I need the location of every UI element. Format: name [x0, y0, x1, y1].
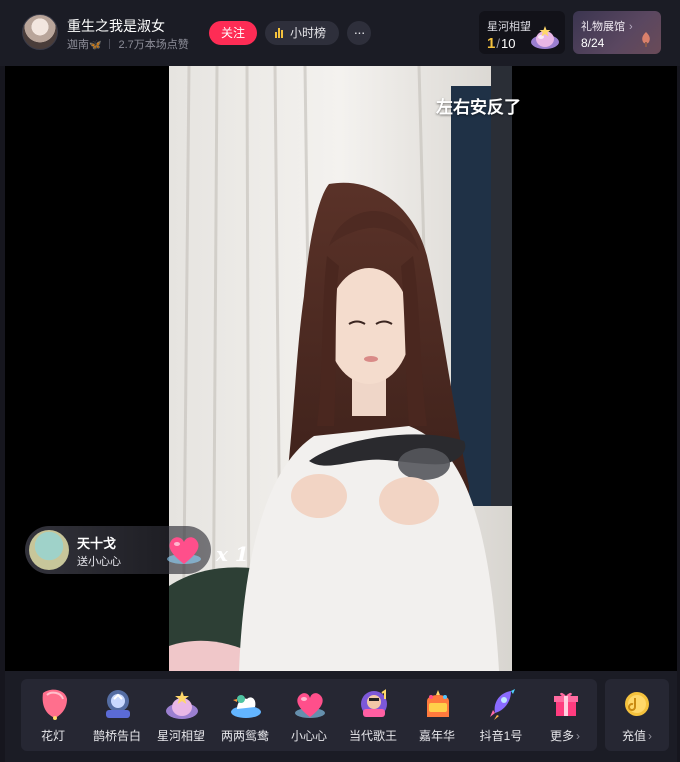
gift-label: 鹊桥告白	[92, 729, 141, 743]
gift-box-icon	[554, 692, 578, 716]
hourly-rank-label: 小时榜	[290, 26, 327, 40]
heart-gift-icon	[167, 537, 201, 564]
gift-item-carnival[interactable]: 嘉年华	[405, 679, 469, 751]
gift-label: 当代歌王	[348, 729, 397, 743]
chevron-right-icon: ›	[576, 729, 580, 743]
singer-icon	[361, 689, 387, 717]
star-card-current: 1	[487, 35, 496, 52]
gift-label: 更多 ›	[533, 727, 597, 744]
gift-label: 抖音1号	[479, 729, 523, 743]
chevron-right-icon: ›	[648, 729, 652, 743]
gift-bar: 花灯 鹊桥告白 星河相望 两两鸳鸯 小心心 当代歌王 嘉年华 抖音1号 更多 ›…	[5, 671, 677, 762]
butterfly-icon: 🦋	[89, 40, 102, 51]
streamer-avatar[interactable]	[22, 14, 58, 50]
gift-item-singer[interactable]: 当代歌王	[341, 679, 405, 751]
follow-button[interactable]: 关注	[209, 21, 257, 45]
magpie-bridge-icon	[106, 690, 130, 718]
gift-item-heart[interactable]: 小心心	[277, 679, 341, 751]
video-caption: 左右安反了	[436, 98, 521, 117]
gift-notification: 天十戈 送小心心	[25, 526, 211, 574]
gift-label: 嘉年华	[418, 729, 455, 743]
heart-icon	[295, 693, 325, 718]
star-card-title: 星河相望	[487, 21, 531, 33]
gift-label: 两两鸳鸯	[220, 729, 269, 743]
gift-item-rocket[interactable]: 抖音1号	[469, 679, 533, 751]
gift-item-lantern[interactable]: 花灯	[21, 679, 85, 751]
hourly-rank-button[interactable]: 小时榜	[265, 21, 339, 45]
flower-icon	[642, 32, 650, 47]
live-header: 重生之我是淑女 迦南🦋 2.7万本场点赞 关注 小时榜 ··· 星河相望 1/10…	[0, 0, 680, 66]
lantern-icon	[42, 689, 67, 720]
gift-action-text: 送小心心	[77, 556, 121, 568]
rank-bars-icon	[275, 22, 284, 46]
gift-label: 花灯	[40, 729, 65, 743]
gift-gallery-card[interactable]: 礼物展馆 › 8/24	[573, 11, 661, 54]
live-video-stage[interactable]: 左右安反了 天十戈 送小心心 x 1	[5, 66, 677, 671]
gift-label: 小心心	[290, 729, 327, 743]
recharge-button[interactable]: 充值 ›	[605, 679, 669, 751]
divider	[109, 39, 111, 49]
mandarin-duck-icon	[231, 695, 261, 718]
carnival-icon	[427, 690, 449, 717]
likes-count: 2.7万本场点赞	[118, 39, 189, 51]
star-river-icon	[166, 691, 198, 719]
chevron-right-icon: ›	[629, 21, 633, 33]
recharge-text: 充值	[621, 729, 646, 743]
sender-avatar	[29, 530, 69, 570]
gift-item-star-river[interactable]: 星河相望	[149, 679, 213, 751]
star-card-total: 10	[500, 36, 516, 51]
rocket-icon	[490, 689, 515, 720]
streamer-subline: 迦南🦋 2.7万本场点赞	[67, 36, 189, 52]
star-river-card[interactable]: 星河相望 1/10	[479, 11, 565, 54]
more-options-icon[interactable]: ···	[347, 21, 371, 45]
gift-panel: 花灯 鹊桥告白 星河相望 两两鸳鸯 小心心 当代歌王 嘉年华 抖音1号 更多 ›	[21, 679, 597, 751]
streamer-video-image	[169, 66, 512, 671]
gift-label: 星河相望	[156, 729, 205, 743]
sender-name: 天十戈	[77, 536, 117, 551]
star-river-gift-icon	[531, 26, 559, 49]
more-label: 更多	[549, 729, 574, 743]
coin-icon	[625, 692, 649, 716]
gallery-card-title: 礼物展馆 ›	[581, 18, 633, 34]
gallery-card-progress: 8/24	[581, 36, 605, 50]
gift-item-mandarin-duck[interactable]: 两两鸳鸯	[213, 679, 277, 751]
gift-combo-count: x 1	[216, 542, 249, 566]
recharge-label: 充值 ›	[605, 727, 669, 744]
gift-item-more[interactable]: 更多 ›	[533, 679, 597, 751]
gallery-title-text: 礼物展馆	[581, 21, 625, 33]
live-video-frame[interactable]	[169, 66, 512, 671]
star-card-progress: 1/10	[487, 35, 516, 52]
gift-item-magpie-bridge[interactable]: 鹊桥告白	[85, 679, 149, 751]
streamer-name[interactable]: 重生之我是淑女	[67, 16, 165, 36]
streamer-tag: 迦南	[67, 39, 89, 51]
